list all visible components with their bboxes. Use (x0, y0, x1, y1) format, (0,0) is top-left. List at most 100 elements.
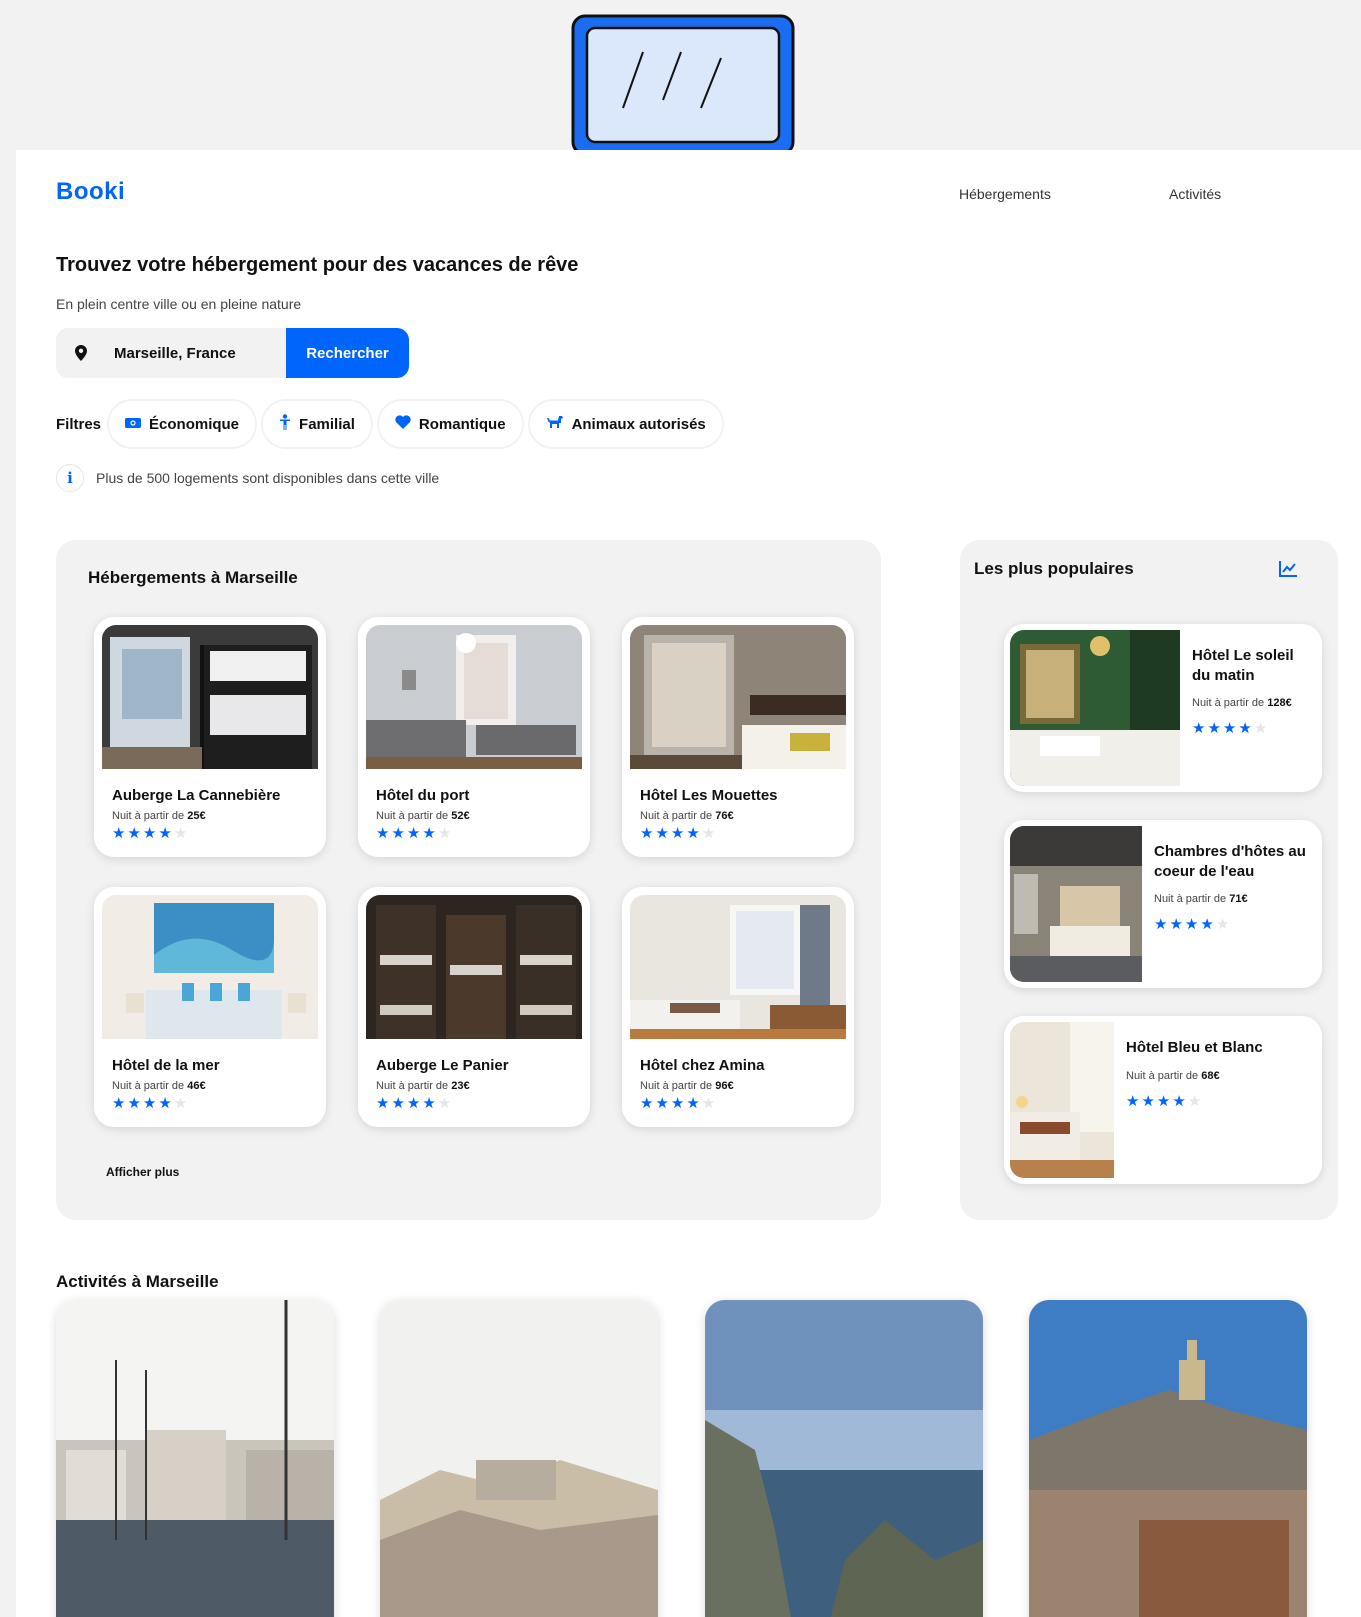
filters-label: Filtres (56, 415, 102, 433)
star-rating: ★ ★ ★ ★ ★ (112, 1096, 318, 1111)
trending-chart-icon[interactable] (1278, 560, 1298, 578)
star-filled-icon: ★ (670, 825, 685, 842)
filter-animaux[interactable]: Animaux autorisés (527, 399, 724, 449)
star-filled-icon: ★ (422, 1095, 436, 1112)
hotel-photo (1010, 826, 1142, 982)
star-filled-icon: ★ (112, 825, 126, 842)
dog-icon (546, 415, 564, 433)
activity-photo (380, 1300, 658, 1617)
hotel-info: Hôtel Bleu et Blanc Nuit à partir de 68€… (1114, 1022, 1273, 1178)
hotel-card[interactable]: Hôtel du port Nuit à partir de 52€ ★ ★ ★ ★ ★ (358, 617, 590, 857)
activity-card[interactable] (705, 1300, 983, 1617)
hotel-price: Nuit à partir de 25€ (112, 810, 206, 822)
hotel-card[interactable]: Hôtel chez Amina Nuit à partir de 96€ ★ ★… (622, 887, 854, 1127)
star-filled-icon: ★ (1172, 1092, 1186, 1110)
hotel-card[interactable]: Hôtel Les Mouettes Nuit à partir de 76€ … (622, 617, 854, 857)
hotel-name: Hôtel Les Mouettes (640, 787, 778, 804)
star-filled-icon: ★ (158, 825, 172, 842)
star-filled-icon: ★ (1141, 1092, 1155, 1110)
star-filled-icon: ★ (655, 1095, 669, 1112)
booki-page: Booki Hébergements Activités Trouvez vot… (16, 150, 1361, 1617)
activity-card[interactable] (56, 1300, 334, 1617)
search-bar: Rechercher (56, 328, 409, 378)
star-empty-icon: ★ (437, 825, 452, 842)
search-input[interactable] (106, 328, 286, 378)
star-filled-icon: ★ (158, 1095, 172, 1112)
hotel-price: Nuit à partir de 128€ (1192, 697, 1292, 709)
activity-card[interactable] (380, 1300, 658, 1617)
hotel-photo (630, 895, 846, 1039)
star-filled-icon: ★ (391, 1095, 405, 1112)
hotel-photo (1010, 1022, 1114, 1178)
hotel-name: Auberge Le Panier (376, 1057, 509, 1074)
star-rating: ★ ★ ★ ★ ★ (1126, 1094, 1263, 1109)
star-filled-icon: ★ (1192, 720, 1206, 737)
star-filled-icon: ★ (142, 825, 157, 842)
star-filled-icon: ★ (655, 825, 669, 842)
activity-photo (705, 1300, 983, 1617)
filter-label: Animaux autorisés (571, 415, 706, 433)
money-icon (125, 416, 142, 433)
nav-item-hebergements[interactable]: Hébergements (959, 186, 1051, 202)
hotel-price: Nuit à partir de 46€ (112, 1080, 206, 1092)
star-filled-icon: ★ (1238, 720, 1252, 737)
star-empty-icon: ★ (1187, 1092, 1202, 1110)
filter-economique[interactable]: Économique (107, 399, 258, 449)
star-rating: ★ ★ ★ ★ ★ (640, 826, 846, 841)
booki-logo[interactable]: Booki (56, 178, 125, 206)
star-rating: ★ ★ ★ ★ ★ (1154, 917, 1306, 932)
star-empty-icon: ★ (1215, 916, 1230, 933)
popular-hotel-card[interactable]: Hôtel Le soleil du matin Nuit à partir d… (1004, 624, 1322, 792)
star-rating: ★ ★ ★ ★ ★ (112, 826, 318, 841)
hotel-card[interactable]: Auberge La Cannebière Nuit à partir de 2… (94, 617, 326, 857)
star-filled-icon: ★ (1222, 720, 1237, 737)
hotel-photo (1010, 630, 1180, 786)
search-button[interactable]: Rechercher (286, 328, 409, 378)
star-filled-icon: ★ (112, 1095, 126, 1112)
hotel-photo (366, 895, 582, 1039)
filters-bar: Filtres Économique Familial Romantique A… (56, 398, 728, 450)
star-rating: ★ ★ ★ ★ ★ (376, 826, 582, 841)
star-empty-icon: ★ (701, 825, 716, 842)
star-filled-icon: ★ (686, 825, 700, 842)
show-more-link[interactable]: Afficher plus (106, 1165, 179, 1179)
star-filled-icon: ★ (686, 1095, 700, 1112)
populaires-title: Les plus populaires (974, 559, 1134, 578)
hotel-card[interactable]: Auberge Le Panier Nuit à partir de 23€ ★… (358, 887, 590, 1127)
star-filled-icon: ★ (376, 1095, 390, 1112)
activity-photo (1029, 1300, 1307, 1617)
star-empty-icon: ★ (173, 825, 188, 842)
filter-label: Économique (149, 415, 240, 433)
star-filled-icon: ★ (1200, 916, 1214, 933)
star-filled-icon: ★ (1184, 916, 1199, 933)
info-icon: i (56, 464, 84, 492)
star-filled-icon: ★ (406, 825, 421, 842)
hotel-photo (102, 895, 318, 1039)
star-rating: ★ ★ ★ ★ ★ (1192, 721, 1306, 736)
star-empty-icon: ★ (173, 1095, 188, 1112)
hotel-photo (366, 625, 582, 769)
popular-hotel-card[interactable]: Chambres d'hôtes au coeur de l'eau Nuit … (1004, 820, 1322, 988)
info-message: i Plus de 500 logements sont disponibles… (56, 464, 439, 492)
hotel-photo (102, 625, 318, 769)
info-text: Plus de 500 logements sont disponibles d… (96, 470, 440, 486)
filter-romantique[interactable]: Romantique (376, 399, 524, 449)
hotel-name: Hôtel du port (376, 787, 470, 804)
popular-hotel-card[interactable]: Hôtel Bleu et Blanc Nuit à partir de 68€… (1004, 1016, 1322, 1184)
star-empty-icon: ★ (1253, 720, 1268, 737)
hotel-price: Nuit à partir de 96€ (640, 1080, 734, 1092)
hero-title: Trouvez votre hébergement pour des vacan… (56, 254, 579, 276)
hotel-card[interactable]: Hôtel de la mer Nuit à partir de 46€ ★ ★ ★… (94, 887, 326, 1127)
hotel-name: Hôtel Bleu et Blanc (1126, 1039, 1263, 1056)
activity-card[interactable] (1029, 1300, 1307, 1617)
hotel-name: Hôtel chez Amina (640, 1057, 765, 1074)
star-empty-icon: ★ (437, 1095, 452, 1112)
star-filled-icon: ★ (127, 825, 141, 842)
star-filled-icon: ★ (422, 825, 436, 842)
hebergements-title: Hébergements à Marseille (88, 568, 298, 587)
heart-icon (395, 415, 411, 433)
nav-item-activites[interactable]: Activités (1169, 186, 1221, 202)
activity-photo (56, 1300, 334, 1617)
filter-familial[interactable]: Familial (261, 399, 373, 449)
hotel-name: Auberge La Cannebière (112, 787, 281, 804)
